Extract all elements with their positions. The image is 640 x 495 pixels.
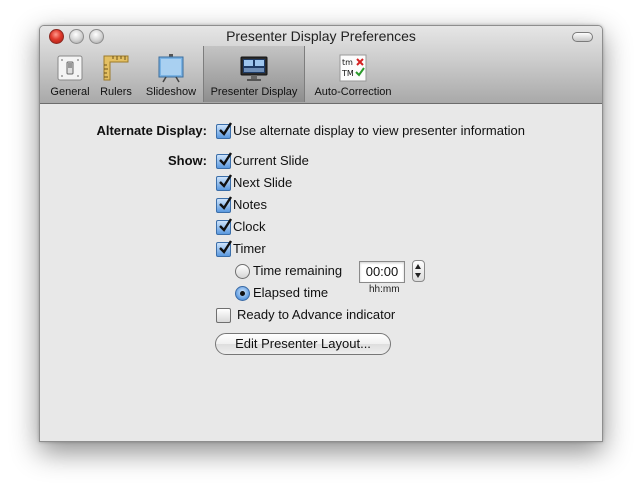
timer-label: Timer: [233, 241, 266, 256]
toolbar-label-auto-correction: Auto-Correction: [314, 86, 392, 98]
time-format-hint: hh:mm: [369, 284, 400, 295]
toolbar-label-presenter-display: Presenter Display: [210, 86, 298, 98]
current-slide-label: Current Slide: [233, 153, 309, 168]
slideshow-screen-icon: [158, 54, 184, 83]
svg-text:TM: TM: [341, 69, 354, 78]
presenter-display-icon: [240, 56, 268, 81]
toolbar-item-rulers[interactable]: Rulers: [96, 46, 136, 102]
toolbar-toggle-button[interactable]: [572, 32, 593, 42]
general-switch-icon: [57, 55, 83, 81]
elapsed-time-label: Elapsed time: [253, 285, 329, 300]
elapsed-time-radio[interactable]: [235, 286, 250, 301]
time-remaining-input[interactable]: 00:00: [359, 261, 405, 283]
clock-label: Clock: [233, 219, 266, 234]
toolbar: Presenter Display Preferences General Ru…: [40, 26, 602, 104]
notes-checkbox[interactable]: [216, 196, 233, 213]
time-stepper[interactable]: [412, 260, 425, 282]
svg-text:tm: tm: [342, 58, 353, 67]
alternate-display-option-label: Use alternate display to view presenter …: [233, 123, 525, 138]
preferences-window: Presenter Display Preferences General Ru…: [39, 25, 603, 442]
ready-to-advance-label: Ready to Advance indicator: [237, 307, 396, 322]
ready-to-advance-checkbox[interactable]: [216, 308, 231, 323]
alternate-display-checkbox[interactable]: [216, 122, 233, 139]
timer-checkbox[interactable]: [216, 240, 233, 257]
current-slide-checkbox[interactable]: [216, 152, 233, 169]
toolbar-item-slideshow[interactable]: Slideshow: [140, 46, 202, 102]
next-slide-checkbox[interactable]: [216, 174, 233, 191]
toolbar-item-auto-correction[interactable]: tm TM Auto-Correction: [306, 46, 400, 102]
toolbar-label-general: General: [50, 86, 90, 98]
time-remaining-label: Time remaining: [253, 263, 343, 278]
stepper-up-arrow-icon: [415, 264, 421, 269]
notes-label: Notes: [233, 197, 267, 212]
toolbar-item-presenter-display[interactable]: Presenter Display: [203, 46, 305, 102]
alternate-display-label: Alternate Display:: [96, 123, 207, 138]
rulers-icon: [103, 55, 129, 81]
toolbar-label-rulers: Rulers: [100, 86, 132, 98]
window-title: Presenter Display Preferences: [226, 28, 416, 44]
time-remaining-radio[interactable]: [235, 264, 250, 279]
toolbar-label-slideshow: Slideshow: [145, 86, 197, 98]
stepper-down-arrow-icon: [415, 273, 421, 278]
auto-correction-icon: tm TM: [339, 54, 367, 82]
presenter-display-pane: Alternate Display: Use alternate display…: [40, 104, 602, 441]
next-slide-label: Next Slide: [233, 175, 293, 190]
clock-checkbox[interactable]: [216, 218, 233, 235]
toolbar-item-general[interactable]: General: [46, 46, 94, 102]
show-label: Show:: [168, 153, 207, 168]
edit-presenter-layout-button[interactable]: Edit Presenter Layout...: [215, 333, 391, 355]
